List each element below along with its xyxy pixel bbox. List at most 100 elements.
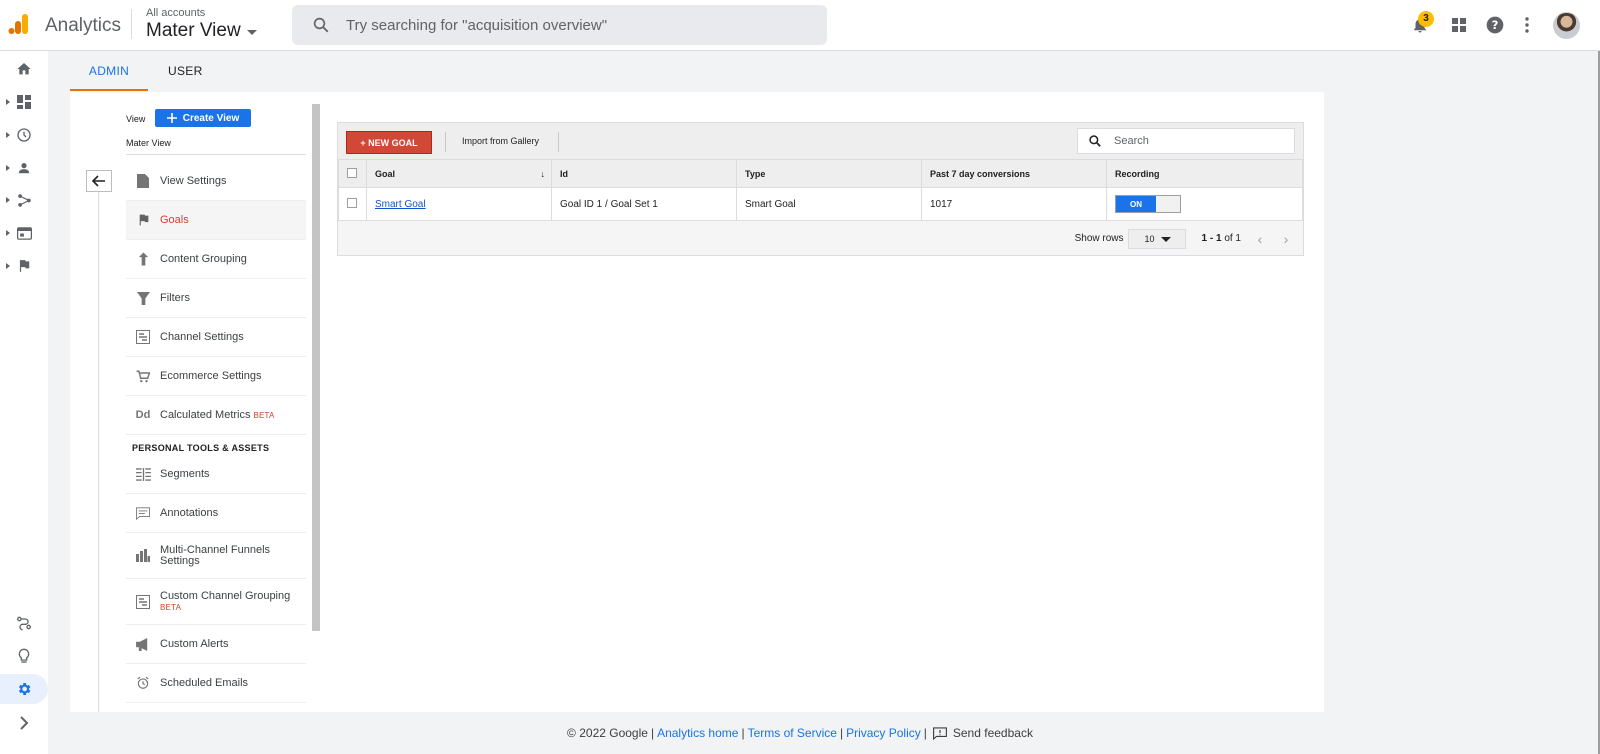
attribution-icon[interactable] xyxy=(0,608,48,638)
goal-name-link[interactable]: Smart Goal xyxy=(375,199,426,210)
import-from-gallery-button[interactable]: Import from Gallery xyxy=(462,136,539,146)
beta-badge: BETA xyxy=(160,602,182,612)
sidebar-item-calculated-metrics[interactable]: Dd Calculated Metrics BETA xyxy=(126,396,306,435)
search-placeholder: Try searching for "acquisition overview" xyxy=(346,16,608,34)
goal-type-cell: Smart Goal xyxy=(736,187,922,221)
search-icon xyxy=(313,17,329,33)
sidebar-item-scheduled-emails[interactable]: Scheduled Emails xyxy=(126,664,306,703)
sidebar-item-label: Annotations xyxy=(160,507,219,519)
sidebar-item-label: View Settings xyxy=(160,175,227,187)
show-rows-label: Show rows xyxy=(1074,233,1124,244)
segments-icon xyxy=(126,467,160,481)
tab-admin[interactable]: ADMIN xyxy=(70,51,148,91)
expand-arrow-icon xyxy=(6,230,10,236)
sidebar-item-custom-alerts[interactable]: Custom Alerts xyxy=(126,625,306,664)
column-header-type[interactable]: Type xyxy=(736,159,922,188)
sidebar-item-label: Ecommerce Settings xyxy=(160,370,262,382)
tab-user[interactable]: USER xyxy=(168,51,203,91)
expand-arrow-icon xyxy=(6,132,10,138)
sidebar-item-custom-channel-grouping[interactable]: Custom Channel Grouping BETA xyxy=(126,579,306,625)
select-all-checkbox[interactable] xyxy=(347,167,357,178)
sidebar-item-label: Channel Settings xyxy=(160,331,244,343)
separator: | xyxy=(650,726,655,740)
notification-count-badge: 3 xyxy=(1418,11,1434,27)
toggle-on-label: ON xyxy=(1116,196,1156,212)
create-view-button[interactable]: Create View xyxy=(155,109,251,127)
plus-icon xyxy=(166,113,177,123)
column-header-recording[interactable]: Recording xyxy=(1106,159,1303,188)
sidebar-item-goals[interactable]: Goals xyxy=(126,201,306,240)
goals-table: Goal ↓ Id Type Past 7 day conversions Rec… xyxy=(338,159,1303,221)
new-goal-button[interactable]: + NEW GOAL xyxy=(346,131,432,154)
home-icon[interactable] xyxy=(0,54,48,84)
table-row: Smart Goal Goal ID 1 / Goal Set 1 Smart … xyxy=(338,187,1303,221)
sidebar-item-filters[interactable]: Filters xyxy=(126,279,306,318)
left-nav xyxy=(0,51,48,754)
sidebar-scrollbar[interactable] xyxy=(312,104,320,631)
realtime-clock-icon[interactable] xyxy=(0,120,48,150)
table-header-row: Goal ↓ Id Type Past 7 day conversions Rec… xyxy=(338,159,1303,188)
audience-person-icon[interactable] xyxy=(0,153,48,183)
divider xyxy=(126,154,306,155)
acquisition-icon[interactable] xyxy=(0,185,48,215)
apps-grid-icon[interactable] xyxy=(1448,14,1470,36)
sidebar-item-segments[interactable]: Segments xyxy=(126,455,306,494)
goals-table-container: + NEW GOAL Import from Gallery Search Go… xyxy=(337,122,1304,256)
more-vert-icon[interactable] xyxy=(1516,14,1538,36)
back-button[interactable] xyxy=(86,170,112,192)
rows-per-page-select[interactable]: 10 xyxy=(1127,228,1186,249)
sidebar-item-content-grouping[interactable]: Content Grouping xyxy=(126,240,306,279)
megaphone-icon xyxy=(126,637,160,651)
sidebar-item-multi-channel-funnels[interactable]: Multi-Channel Funnels Settings xyxy=(126,533,306,579)
analytics-logo[interactable] xyxy=(8,13,30,35)
account-selector[interactable]: Mater View xyxy=(146,20,257,42)
column-header-conversions[interactable]: Past 7 day conversions xyxy=(921,159,1107,188)
goal-id-cell: Goal ID 1 / Goal Set 1 xyxy=(551,187,737,221)
sidebar-item-label: Multi-Channel Funnels Settings xyxy=(160,543,271,567)
sidebar-item-view-settings[interactable]: View Settings xyxy=(126,162,306,201)
recording-toggle[interactable]: ON xyxy=(1115,195,1181,213)
page-of: of 1 xyxy=(1224,233,1241,244)
behavior-icon[interactable] xyxy=(0,218,48,248)
goals-toolbar: + NEW GOAL Import from Gallery Search xyxy=(338,123,1303,159)
terms-link[interactable]: Terms of Service xyxy=(748,726,837,740)
avatar[interactable] xyxy=(1553,12,1580,39)
select-all-cell xyxy=(338,159,367,188)
privacy-link[interactable]: Privacy Policy xyxy=(846,726,921,740)
customization-icon[interactable] xyxy=(0,87,48,117)
prev-page-chevron-icon[interactable]: ‹ xyxy=(1251,230,1269,248)
sidebar-item-label: Goals xyxy=(160,214,189,226)
admin-gear-icon[interactable] xyxy=(0,674,48,704)
column-header-goal[interactable]: Goal ↓ xyxy=(366,159,552,188)
calculated-metrics-icon: Dd xyxy=(135,409,151,421)
goal-cell: Smart Goal xyxy=(366,187,552,221)
search-icon xyxy=(1089,135,1101,147)
sidebar-item-text: Custom Channel Grouping BETA xyxy=(160,590,290,614)
section-title: PERSONAL TOOLS & ASSETS xyxy=(132,443,270,453)
view-settings-sidebar: View Create View Mater View View Setting… xyxy=(70,92,320,712)
analytics-home-link[interactable]: Analytics home xyxy=(657,726,738,740)
view-menu: View Settings Goals Content Grouping Fil… xyxy=(126,162,306,703)
sidebar-item-annotations[interactable]: Annotations xyxy=(126,494,306,533)
global-search[interactable]: Try searching for "acquisition overview" xyxy=(292,5,827,45)
goals-search-input[interactable]: Search xyxy=(1077,128,1295,154)
content-grouping-icon xyxy=(126,252,160,266)
row-checkbox[interactable] xyxy=(347,197,357,208)
bar-chart-icon xyxy=(126,549,160,562)
send-feedback-button[interactable]: Send feedback xyxy=(932,726,1033,740)
help-icon[interactable]: ? xyxy=(1484,14,1506,36)
insights-bulb-icon[interactable] xyxy=(0,641,48,671)
conversions-flag-icon[interactable] xyxy=(0,251,48,281)
document-icon xyxy=(126,174,160,188)
divider xyxy=(131,9,132,39)
column-label: Goal xyxy=(375,168,396,179)
rows-value: 10 xyxy=(1144,233,1155,244)
recording-cell: ON xyxy=(1106,187,1303,221)
column-header-id[interactable]: Id xyxy=(551,159,737,188)
beta-badge: BETA xyxy=(253,410,275,420)
next-page-chevron-icon[interactable]: › xyxy=(1277,230,1295,248)
conversions-cell: 1017 xyxy=(921,187,1107,221)
sidebar-item-label: Custom Channel Grouping xyxy=(160,589,291,602)
sidebar-item-channel-settings[interactable]: Channel Settings xyxy=(126,318,306,357)
sidebar-item-ecommerce-settings[interactable]: Ecommerce Settings xyxy=(126,357,306,396)
